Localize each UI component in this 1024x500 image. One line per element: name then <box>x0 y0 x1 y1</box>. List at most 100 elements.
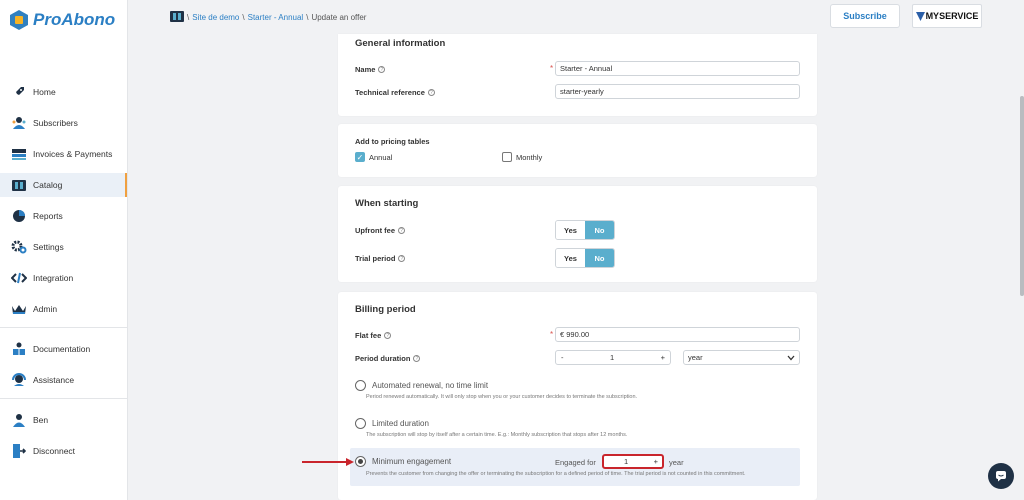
sidebar-item-integration[interactable]: Integration <box>0 266 127 290</box>
sidebar-item-admin[interactable]: Admin <box>0 297 127 321</box>
chat-button[interactable] <box>988 463 1014 489</box>
top-bar: \ Site de demo \ Starter - Annual \ Upda… <box>128 0 1024 34</box>
help-icon[interactable]: ? <box>427 89 435 96</box>
engagement-unit: year <box>669 458 684 467</box>
breadcrumb-current: Update an offer <box>311 13 367 22</box>
headset-icon <box>11 372 27 388</box>
pie-chart-icon <box>11 208 27 224</box>
myservice-logo[interactable]: MYSERVICE <box>912 4 982 28</box>
brand-logo[interactable]: ProAbono <box>10 10 115 30</box>
option-description: Period renewed automatically. It will on… <box>366 394 638 400</box>
breadcrumb-root-link[interactable]: Site de demo <box>192 13 239 22</box>
period-duration-stepper[interactable]: - 1 + <box>555 350 671 365</box>
help-icon[interactable]: ? <box>398 227 405 234</box>
myservice-logo-icon <box>915 11 925 21</box>
increment-button[interactable]: + <box>661 353 665 362</box>
rocket-icon <box>11 84 27 100</box>
breadcrumb-separator: \ <box>306 13 309 22</box>
page-scrollbar[interactable] <box>1020 96 1024 296</box>
breadcrumb-offer-link[interactable]: Starter - Annual <box>248 13 304 22</box>
radio-button[interactable] <box>355 380 366 391</box>
sidebar-item-home[interactable]: Home <box>0 80 127 104</box>
card-title: Billing period <box>355 304 416 315</box>
gear-icon <box>11 239 27 255</box>
sidebar-item-label: Documentation <box>33 344 91 354</box>
sidebar-item-subscribers[interactable]: Subscribers <box>0 111 127 135</box>
myservice-label: MYSERVICE <box>925 11 979 21</box>
period-duration-value[interactable]: 1 <box>610 353 614 362</box>
pricing-annual-checkbox[interactable]: ✓ Annual <box>355 152 392 162</box>
technical-reference-label: Technical reference? <box>355 88 435 97</box>
code-icon <box>11 270 27 286</box>
sidebar-item-label: Ben <box>33 415 49 425</box>
users-icon <box>11 115 27 131</box>
radio-button[interactable] <box>355 418 366 429</box>
sidebar-divider <box>0 398 127 399</box>
technical-reference-input[interactable]: starter-yearly <box>555 84 800 99</box>
option-label: Automated renewal, no time limit <box>372 381 489 390</box>
sidebar-item-label: Assistance <box>33 375 75 385</box>
sidebar-divider <box>0 327 127 328</box>
trial-period-label: Trial period? <box>355 254 406 263</box>
trial-period-toggle[interactable]: Yes No <box>555 248 615 268</box>
engagement-value[interactable]: 1 <box>624 457 628 466</box>
period-unit-value: year <box>688 353 703 362</box>
subscribe-button[interactable]: Subscribe <box>830 4 900 28</box>
sidebar-item-user[interactable]: Ben <box>0 408 127 432</box>
logout-icon <box>11 443 27 459</box>
user-icon <box>11 412 27 428</box>
help-icon[interactable]: ? <box>398 255 406 262</box>
sidebar-item-settings[interactable]: Settings <box>0 235 127 259</box>
decrement-button[interactable]: - <box>561 353 564 362</box>
general-information-card: General information Name? * Starter - An… <box>338 34 817 116</box>
sidebar-item-label: Settings <box>33 242 64 252</box>
trial-yes-option[interactable]: Yes <box>556 249 585 267</box>
annotation-arrow-icon <box>302 458 354 466</box>
selected-option-highlight <box>350 448 800 486</box>
option-label: Limited duration <box>372 419 429 428</box>
flat-fee-input[interactable]: € 990.00 <box>555 327 800 342</box>
help-icon[interactable]: ? <box>378 66 386 73</box>
pricing-annual-label: Annual <box>369 152 393 162</box>
option-label: Minimum engagement <box>372 457 452 466</box>
name-label: Name? <box>355 65 386 74</box>
sidebar-item-disconnect[interactable]: Disconnect <box>0 439 127 463</box>
upfront-no-option[interactable]: No <box>585 221 614 239</box>
sidebar-item-label: Home <box>33 87 56 97</box>
sidebar-item-catalog[interactable]: Catalog <box>0 173 127 197</box>
breadcrumb-separator: \ <box>187 13 190 22</box>
engagement-stepper[interactable]: 1 + <box>602 454 664 469</box>
catalog-icon[interactable] <box>170 11 184 24</box>
sidebar-item-label: Subscribers <box>33 118 78 128</box>
upfront-yes-option[interactable]: Yes <box>556 221 585 239</box>
period-unit-select[interactable]: year <box>683 350 800 365</box>
flat-fee-label: Flat fee? <box>355 331 392 340</box>
sidebar: ProAbono Home Subscribers Invoices & Pay… <box>0 0 128 500</box>
catalog-icon <box>11 177 27 193</box>
upfront-fee-toggle[interactable]: Yes No <box>555 220 615 240</box>
help-icon[interactable]: ? <box>384 332 392 339</box>
chevron-down-icon <box>787 355 795 360</box>
option-limited-duration[interactable]: Limited duration <box>355 418 429 429</box>
pricing-monthly-checkbox[interactable]: Monthly <box>502 152 542 162</box>
sidebar-item-assistance[interactable]: Assistance <box>0 368 127 392</box>
sidebar-item-invoices[interactable]: Invoices & Payments <box>0 142 127 166</box>
proabono-logo-icon <box>10 10 28 30</box>
sidebar-item-documentation[interactable]: Documentation <box>0 337 127 361</box>
required-mark: * <box>550 64 554 73</box>
invoices-icon <box>11 146 27 162</box>
increment-button[interactable]: + <box>654 457 658 466</box>
breadcrumb: \ Site de demo \ Starter - Annual \ Upda… <box>170 11 366 24</box>
trial-no-option[interactable]: No <box>585 249 614 267</box>
card-title: General information <box>355 38 446 49</box>
checkmark-icon: ✓ <box>355 152 365 162</box>
option-automated-renewal[interactable]: Automated renewal, no time limit <box>355 380 488 391</box>
upfront-fee-label: Upfront fee? <box>355 226 405 235</box>
option-minimum-engagement[interactable]: Minimum engagement <box>355 456 451 467</box>
radio-button-selected[interactable] <box>355 456 366 467</box>
sidebar-item-reports[interactable]: Reports <box>0 204 127 228</box>
help-icon[interactable]: ? <box>413 355 421 362</box>
sidebar-item-label: Catalog <box>33 180 63 190</box>
name-input[interactable]: Starter - Annual <box>555 61 800 76</box>
checkbox-empty-icon <box>502 152 512 162</box>
